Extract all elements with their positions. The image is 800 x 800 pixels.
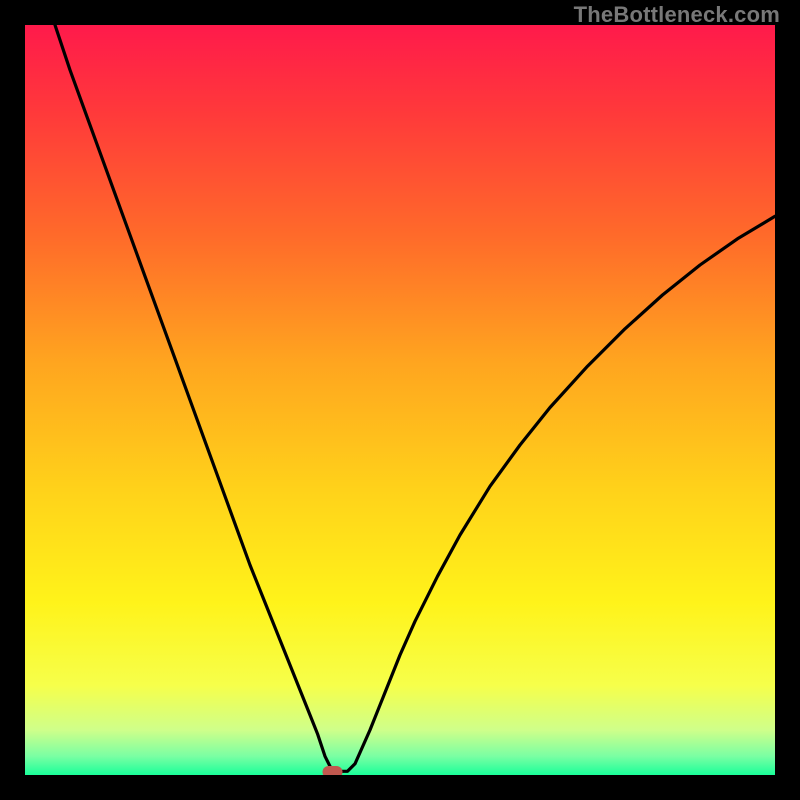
- minimum-marker: [323, 766, 343, 775]
- gradient-background: [25, 25, 775, 775]
- plot-area: [25, 25, 775, 775]
- chart-svg: [25, 25, 775, 775]
- chart-frame: TheBottleneck.com: [0, 0, 800, 800]
